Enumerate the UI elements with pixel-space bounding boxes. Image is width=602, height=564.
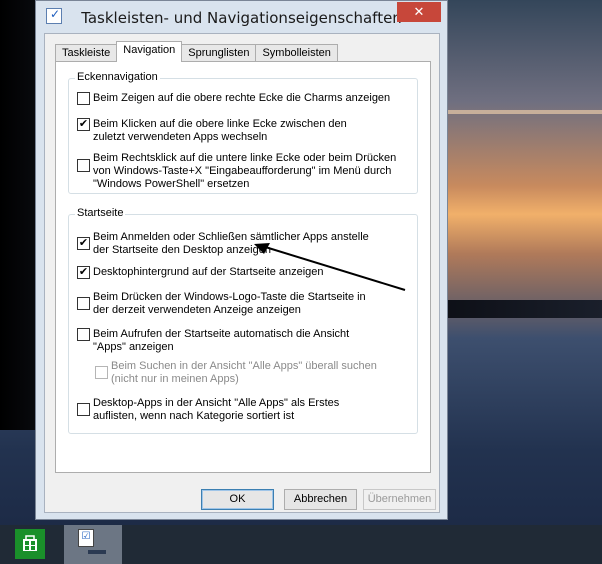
taskbar-item-indicator [88, 550, 106, 554]
option-label: Beim Zeigen auf die obere rechte Ecke di… [93, 92, 391, 104]
taskbar-properties-icon: ☑ [78, 529, 94, 547]
option-recent-apps[interactable]: ✔ Beim Klicken auf die obere linke Ecke … [77, 118, 377, 144]
option-powershell[interactable]: Beim Rechtsklick auf die untere linke Ec… [77, 152, 407, 191]
checkbox[interactable]: ✔ [77, 118, 90, 131]
option-desktop-apps-first[interactable]: Desktop-Apps in der Ansicht "Alle Apps" … [77, 397, 377, 423]
checkbox[interactable] [77, 297, 90, 310]
checkbox[interactable] [77, 403, 90, 416]
annotation-arrow [254, 243, 406, 291]
checkbox[interactable]: ✔ [77, 237, 90, 250]
option-label: Beim Rechtsklick auf die untere linke Ec… [93, 152, 397, 190]
checkbox[interactable] [77, 92, 90, 105]
checkbox[interactable]: ✔ [77, 266, 90, 279]
group-title: Startseite [75, 207, 126, 219]
cancel-button[interactable]: Abbrechen [284, 489, 357, 510]
tab-symbolleisten[interactable]: Symbolleisten [255, 44, 338, 62]
checkbox[interactable] [77, 328, 90, 341]
taskbar-item-properties[interactable]: ☑ [64, 525, 122, 564]
option-apps-view[interactable]: Beim Aufrufen der Startseite automatisch… [77, 328, 377, 354]
group-corner-navigation: Eckennavigation Beim Zeigen auf die ober… [68, 71, 418, 194]
tab-navigation[interactable]: Navigation [116, 41, 183, 62]
apply-button[interactable]: Übernehmen [363, 489, 436, 510]
title-bar[interactable]: ✓ Taskleisten- und Navigationseigenschaf… [36, 1, 447, 33]
tab-strip: Taskleiste Navigation Sprunglisten Symbo… [55, 41, 338, 62]
wallpaper-shoreline [440, 300, 602, 318]
checkbox[interactable] [95, 366, 108, 379]
taskbar: ☑ [0, 525, 602, 564]
option-label: Beim Suchen in der Ansicht "Alle Apps" ü… [111, 360, 377, 385]
checkbox[interactable] [77, 159, 90, 172]
option-label: Beim Klicken auf die obere linke Ecke zw… [93, 118, 347, 143]
option-charms[interactable]: Beim Zeigen auf die obere rechte Ecke di… [77, 92, 407, 105]
tab-sprunglisten[interactable]: Sprunglisten [181, 44, 257, 62]
store-tile-icon[interactable] [15, 529, 45, 559]
window-title: Taskleisten- und Navigationseigenschafte… [81, 9, 402, 27]
ok-button[interactable]: OK [201, 489, 274, 510]
option-label: Beim Aufrufen der Startseite automatisch… [93, 328, 350, 353]
group-title: Eckennavigation [75, 71, 160, 83]
tab-taskleiste[interactable]: Taskleiste [55, 44, 118, 62]
arrow-shaft [261, 245, 406, 291]
option-label: Desktop-Apps in der Ansicht "Alle Apps" … [93, 397, 340, 422]
wallpaper-horizon [440, 110, 602, 114]
option-search-everywhere[interactable]: Beim Suchen in der Ansicht "Alle Apps" ü… [95, 360, 395, 386]
close-button[interactable]: ✕ [397, 2, 441, 22]
